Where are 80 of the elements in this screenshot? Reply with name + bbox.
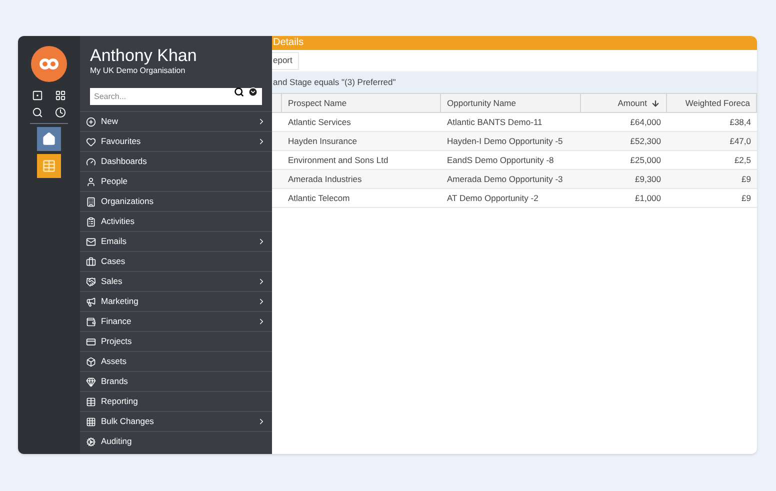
table-cell-text: Environment and Sons Ltd xyxy=(287,154,390,167)
organisation-name: My UK Demo Organisation xyxy=(90,66,186,76)
user-name: Anthony Khan xyxy=(90,46,198,66)
heart-icon xyxy=(86,136,96,146)
building-icon xyxy=(86,196,96,206)
handshake-icon xyxy=(86,276,96,286)
menu-item[interactable]: Favourites xyxy=(80,131,272,151)
menu-item[interactable]: Assets xyxy=(80,351,272,371)
panel-header: Details xyxy=(272,36,757,50)
menu-item[interactable]: Reporting xyxy=(80,391,272,411)
table-cell-text: £9,300 xyxy=(634,172,662,186)
menu-item[interactable]: Cases xyxy=(80,251,272,271)
gear-icon xyxy=(86,436,96,446)
menu-item[interactable]: Bulk Changes xyxy=(80,411,272,431)
wallet-icon xyxy=(86,316,96,326)
table-cell-text: £1,000 xyxy=(634,192,662,205)
table-cell-text: £52,300 xyxy=(629,134,662,148)
megaphone-icon xyxy=(86,296,96,306)
gauge-icon xyxy=(86,156,96,166)
table-cell-text: Amerada Demo Opportunity -3 xyxy=(446,172,564,186)
user-icon xyxy=(86,176,96,186)
clipboard-icon xyxy=(86,216,96,226)
table-cell-text: Hayden Insurance xyxy=(287,134,358,148)
box-icon xyxy=(86,356,96,366)
table-cell-text: £38,4 xyxy=(728,116,752,129)
table-cell-text: £64,000 xyxy=(629,116,662,129)
menu-item[interactable]: Organizations xyxy=(80,191,272,211)
tiles-icon[interactable] xyxy=(55,90,66,101)
search-icon[interactable] xyxy=(234,86,244,96)
menu-item[interactable]: Auditing xyxy=(80,431,272,451)
table-icon xyxy=(42,159,56,173)
window-icon[interactable] xyxy=(32,90,43,101)
menu-item[interactable]: People xyxy=(80,171,272,191)
table-cell-text: EandS Demo Opportunity -8 xyxy=(446,154,555,167)
menu-item[interactable]: Projects xyxy=(80,331,272,351)
table-cell-text: £9 xyxy=(740,192,752,205)
grid-icon xyxy=(86,416,96,426)
search-field[interactable]: Search... xyxy=(90,88,262,105)
column-header[interactable]: Opportunity Name xyxy=(441,94,581,112)
table-cell-text: £47,0 xyxy=(728,134,752,148)
menu-item[interactable]: Brands xyxy=(80,371,272,391)
table-icon xyxy=(86,396,96,406)
menu-item[interactable]: Sales xyxy=(80,271,272,291)
table-cell-text: Amerada Industries xyxy=(287,172,363,186)
home-button[interactable] xyxy=(37,127,61,151)
report-tab[interactable]: eport xyxy=(272,52,300,70)
gem-icon xyxy=(86,376,96,386)
briefcase-icon xyxy=(86,256,96,266)
mail-icon xyxy=(86,236,96,246)
filter-bar: and Stage equals "(3) Preferred" xyxy=(272,72,757,93)
menu-item[interactable]: Emails xyxy=(80,231,272,251)
table-cell-text: Atlantic BANTS Demo-11 xyxy=(446,116,544,129)
table-cell-text: £2,5 xyxy=(733,154,752,167)
house-icon xyxy=(42,132,56,146)
table-cell-text: £9 xyxy=(740,172,752,186)
chevron-icon xyxy=(257,237,266,246)
clock-icon[interactable] xyxy=(55,107,66,118)
table-cell-text: Hayden-I Demo Opportunity -5 xyxy=(446,134,564,148)
column-header[interactable]: Amount xyxy=(581,94,667,112)
chevron-icon xyxy=(257,417,266,426)
menu-item[interactable]: New xyxy=(80,111,272,131)
chevron-icon xyxy=(257,277,266,286)
logo-icon xyxy=(31,46,67,82)
menu-item[interactable]: Dashboards xyxy=(80,151,272,171)
table-cell-text: AT Demo Opportunity -2 xyxy=(446,192,540,205)
column-header[interactable]: Weighted Foreca xyxy=(667,94,757,112)
column-header[interactable]: Prospect Name xyxy=(282,94,441,112)
menu-item[interactable]: Finance xyxy=(80,311,272,331)
sort-arrow-icon xyxy=(651,98,660,108)
chevron-icon xyxy=(257,117,266,126)
menu-item[interactable]: Activities xyxy=(80,211,272,231)
chevron-icon xyxy=(257,137,266,146)
chevron-icon xyxy=(257,317,266,326)
chevron-icon xyxy=(257,297,266,306)
table-cell-text: £25,000 xyxy=(629,154,662,167)
plus-circle-icon xyxy=(86,116,96,126)
table-cell-text: Atlantic Telecom xyxy=(287,192,351,205)
card-icon xyxy=(86,336,96,346)
menu-item[interactable]: Marketing xyxy=(80,291,272,311)
table-cell-text: Atlantic Services xyxy=(287,116,352,129)
